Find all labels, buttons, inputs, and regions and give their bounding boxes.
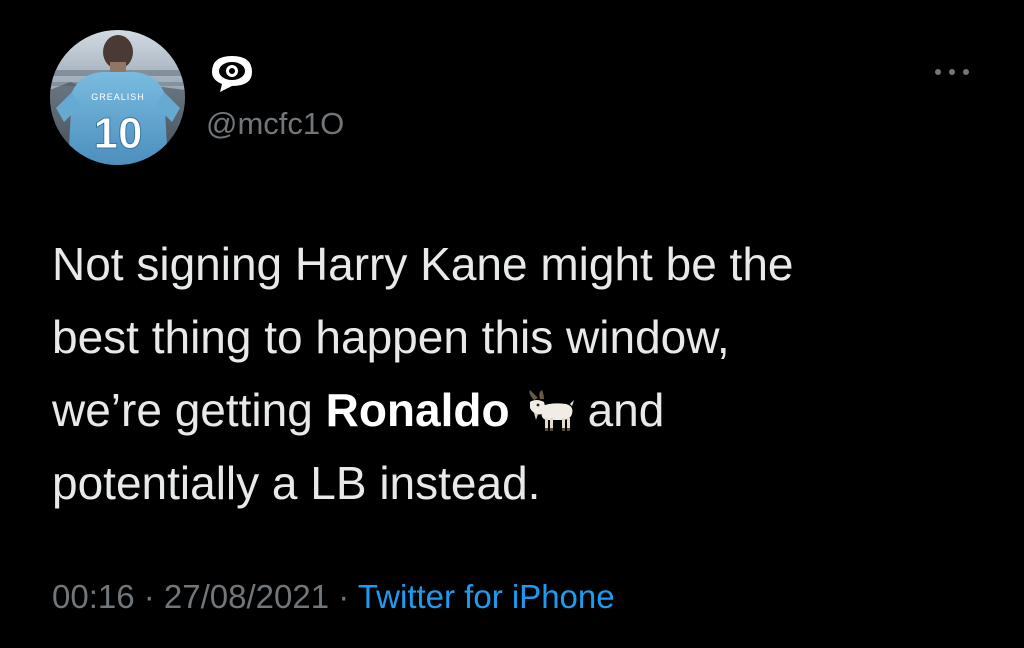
tweet-text-segment: we’re getting — [52, 384, 326, 436]
eye-speech-bubble-icon — [206, 50, 258, 94]
tweet-text-line: Not signing Harry Kane might be the — [52, 238, 794, 290]
tweet-bold-word: Ronaldo — [325, 384, 510, 436]
avatar[interactable]: GREALISH 10 — [50, 30, 185, 165]
tweet-card: GREALISH 10 @mcfc1O Not signing Harry Ka… — [0, 0, 1024, 648]
tweet-text-line: potentially a LB instead. — [52, 457, 541, 509]
meta-separator: · — [134, 578, 164, 615]
more-options-icon[interactable] — [932, 64, 972, 80]
tweet-text-line: best thing to happen this window, — [52, 311, 730, 363]
football-player-avatar-image: GREALISH 10 — [50, 30, 185, 165]
tweet-text-segment: and — [587, 384, 665, 436]
tweet-metadata: 00:16 · 27/08/2021 · Twitter for iPhone — [52, 575, 615, 619]
meta-separator: · — [329, 578, 358, 615]
tweet-source-link[interactable]: Twitter for iPhone — [358, 578, 615, 615]
tweet-text: Not signing Harry Kane might be the best… — [52, 228, 982, 520]
user-handle[interactable]: @mcfc1O — [206, 104, 344, 144]
tweet-date[interactable]: 27/08/2021 — [164, 578, 329, 615]
tweet-text-line: we’re getting Ronaldo and — [52, 374, 982, 447]
tweet-time[interactable]: 00:16 — [52, 578, 135, 615]
goat-emoji-icon — [526, 380, 576, 431]
